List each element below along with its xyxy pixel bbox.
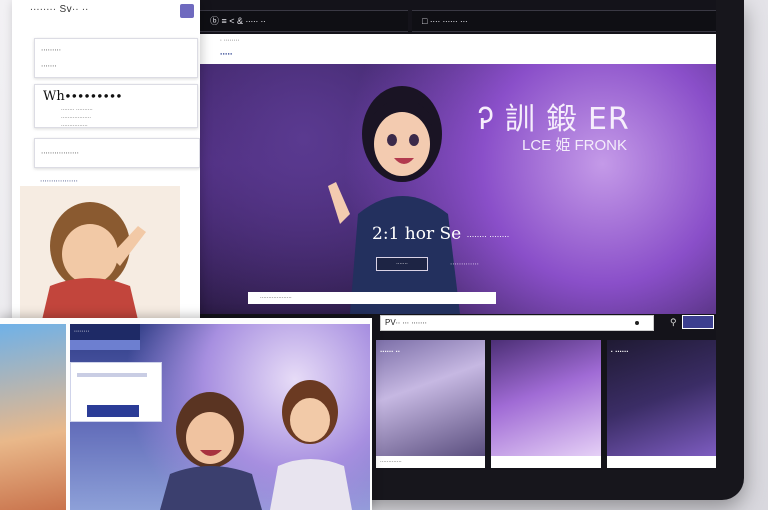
sidebar-panel: ∙∙∙∙∙∙∙∙ Sv∙∙ ∙∙ ∙∙∙∙∙∙∙∙∙ ∙∙∙∙∙∙∙ Wh∙∙∙… (12, 0, 200, 320)
card-3-footer (606, 456, 716, 468)
card-2-footer (491, 456, 601, 468)
card-1-illustration (376, 340, 486, 456)
content-card-1[interactable]: ∙∙∙∙∙∙ ∙∙ ∙∙∙∙∙∙∙∙∙∙∙∙∙ (376, 340, 486, 468)
collage-form-box (70, 362, 162, 422)
sidebar-character-illustration (20, 186, 180, 320)
card-1-label: ∙∙∙∙∙∙ ∙∙ (380, 347, 401, 356)
hero-character-illustration (328, 86, 460, 314)
hero-tagline: 2:1 hor Se ∙∙∙∙∙∙∙∙ ∙∙∙∙∙∙∙∙ (372, 224, 509, 244)
collage-characters-illustration (160, 380, 352, 510)
sidebar-title: ∙∙∙∙∙∙∙∙ Sv∙∙ ∙∙ (30, 4, 89, 15)
search-button[interactable] (682, 315, 714, 329)
top-nav-right[interactable]: □ ∙∙∙∙ ∙∙∙∙∙∙ ∙∙∙ (412, 10, 716, 32)
brand-link[interactable]: ∙∙∙∙∙ (220, 49, 233, 59)
top-navigation: ⓑ ≡ < & ∙∙∙∙∙ ∙∙ □ ∙∙∙∙ ∙∙∙∙∙∙ ∙∙∙ (200, 10, 716, 32)
collage-form-button[interactable] (87, 405, 139, 417)
sidebar-heading: Wh∙∙∙∙∙∙∙∙∙ (43, 89, 123, 104)
sub-header-small-text: ∙ ∙∙∙∙∙∙∙∙ (220, 37, 240, 44)
sidebar-line-1: ∙∙∙∙∙∙∙∙ ∙∙∙∙∙∙∙∙∙∙ (61, 107, 93, 113)
sidebar-options-box: ∙∙∙∙∙∙∙∙∙ ∙∙∙∙∙∙∙ (34, 38, 198, 78)
hero-title: Ꭾ 訓 鍛 ER (478, 102, 630, 137)
card-3-label: ∙ ∙∙∙∙∙∙ (610, 347, 629, 356)
preview-collage: ∙∙∙∙∙∙∙∙ (0, 318, 372, 510)
user-icon[interactable]: ⚲ (670, 317, 677, 328)
sidebar-info-box: Wh∙∙∙∙∙∙∙∙∙ ∙∙∙∙∙∙∙∙ ∙∙∙∙∙∙∙∙∙∙ ∙∙∙∙∙∙∙∙… (34, 84, 198, 129)
card-1-footer: ∙∙∙∙∙∙∙∙∙∙∙∙∙ (376, 456, 486, 468)
card-grid: ∙∙∙∙∙∙ ∙∙ ∙∙∙∙∙∙∙∙∙∙∙∙∙ ∙ ∙∙∙∙∙∙ (376, 340, 716, 468)
content-card-2[interactable] (491, 340, 601, 468)
hero-subtitle: LCE 姫 FRONK (522, 137, 628, 154)
sidebar-line-2: ∙∙∙∙∙∙∙∙∙∙∙∙∙∙∙∙∙∙ (61, 115, 92, 121)
collage-nav-bar[interactable]: ∙∙∙∙∙∙∙∙ (70, 324, 140, 340)
card-3-illustration (606, 340, 716, 456)
hero-tagline-text: 2:1 hor Se (372, 224, 462, 244)
sidebar-input-value: ∙∙∙∙∙∙∙∙∙∙∙∙∙∙∙∙∙ (41, 148, 79, 157)
sidebar-line-3: ∙∙∙∙∙∙∙∙∙∙∙∙∙∙∙∙ (61, 123, 88, 129)
card-2-illustration (491, 340, 601, 456)
hero-secondary-link[interactable]: ∙∙∙∙∙∙∙∙∙∙∙∙∙ (450, 259, 479, 268)
info-strip: ∙∙∙∙∙∙∙∙∙∙∙∙∙∙∙∙∙∙∙ (248, 292, 496, 304)
sidebar-link[interactable]: ∙∙∙∙∙∙∙∙∙∙∙∙∙∙∙∙∙ (40, 176, 78, 185)
collage-form-line (77, 373, 147, 377)
sidebar-option-2[interactable]: ∙∙∙∙∙∙∙ (41, 61, 57, 70)
hero-tagline-small: ∙∙∙∙∙∙∙∙ ∙∙∙∙∙∙∙∙ (466, 231, 510, 241)
content-card-3[interactable]: ∙ ∙∙∙∙∙∙ (606, 340, 716, 468)
search-bar[interactable]: PV∙∙ ∙∙∙ ∙∙∙∙∙∙∙ (380, 315, 654, 331)
sub-header: ∙ ∙∙∙∙∙∙∙∙ ∙∙∙∙∙ (200, 34, 716, 64)
collage-side-illustration (0, 324, 66, 510)
sidebar-badge-icon[interactable] (180, 4, 194, 18)
hero-banner: Ꭾ 訓 鍛 ER LCE 姫 FRONK 2:1 hor Se ∙∙∙∙∙∙∙∙… (200, 64, 716, 314)
sidebar-option-1[interactable]: ∙∙∙∙∙∙∙∙∙ (41, 45, 61, 54)
sidebar-input[interactable]: ∙∙∙∙∙∙∙∙∙∙∙∙∙∙∙∙∙ (34, 138, 200, 168)
search-dot-icon (635, 321, 639, 325)
collage-sub-nav (70, 340, 140, 350)
search-bar-label: PV∙∙ ∙∙∙ ∙∙∙∙∙∙∙ (385, 318, 427, 327)
top-nav-left[interactable]: ⓑ ≡ < & ∙∙∙∙∙ ∙∙ (200, 10, 408, 32)
hero-cta-button[interactable]: ∙∙∙∙∙∙∙ (376, 257, 428, 271)
